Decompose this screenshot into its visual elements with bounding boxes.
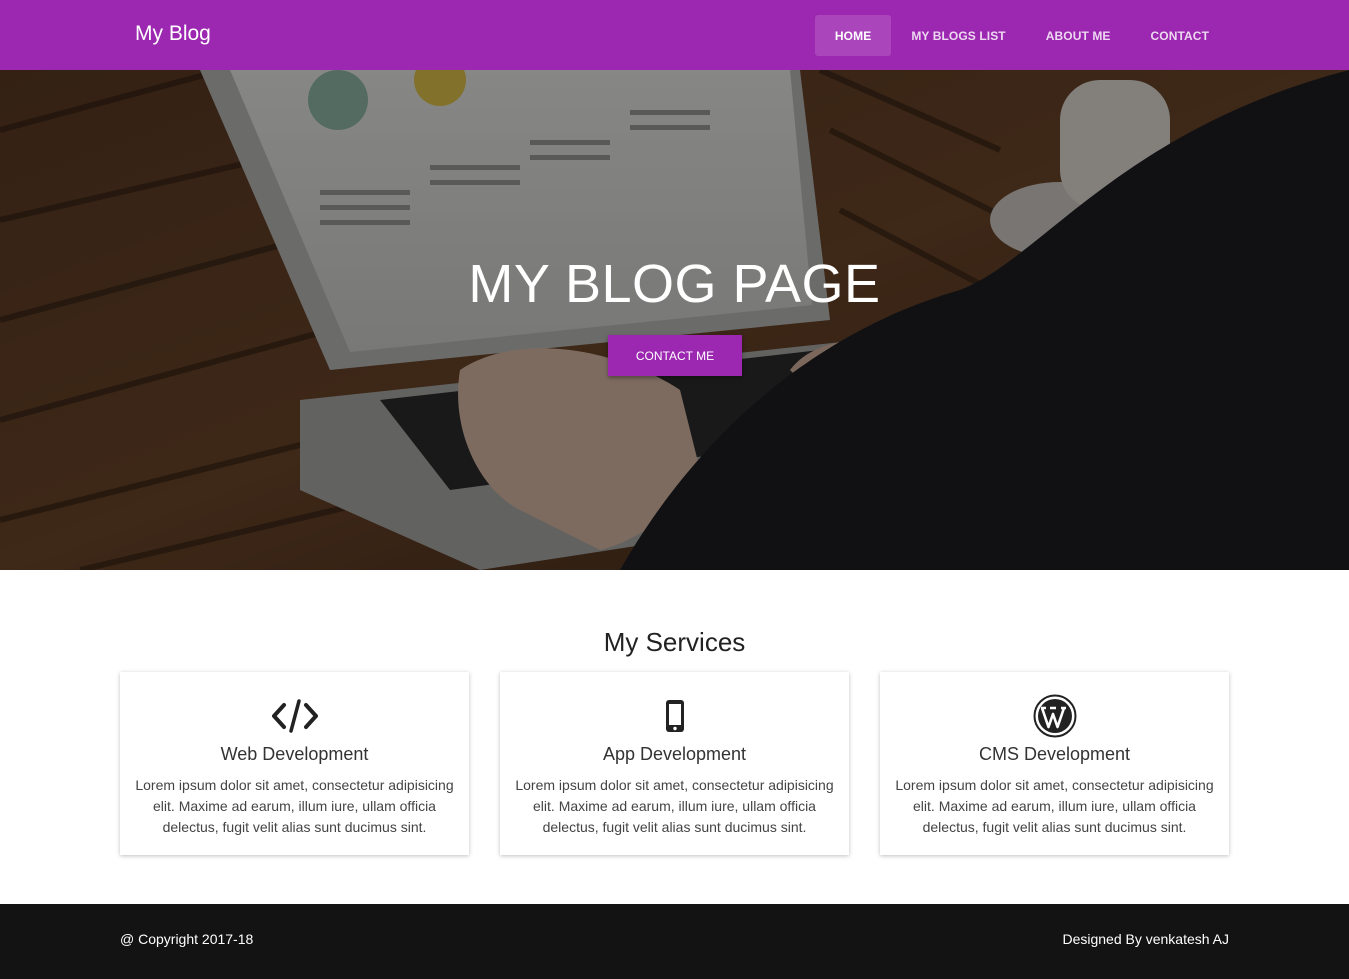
designer-credit: Designed By venkatesh AJ	[1062, 931, 1229, 947]
footer: @ Copyright 2017-18 Designed By venkates…	[0, 904, 1349, 979]
service-card-title: Web Development	[220, 744, 369, 764]
wordpress-icon	[880, 694, 1229, 738]
service-card-text: Lorem ipsum dolor sit amet, consectetur …	[135, 777, 454, 835]
service-card-cms: CMS Development Lorem ipsum dolor sit am…	[880, 672, 1229, 855]
service-card-text: Lorem ipsum dolor sit amet, consectetur …	[515, 777, 834, 835]
nav-link-about-me[interactable]: ABOUT ME	[1026, 15, 1131, 56]
brand-link[interactable]: My Blog	[135, 22, 211, 46]
copyright-text: @ Copyright 2017-18	[120, 931, 254, 947]
service-card-title: App Development	[602, 744, 747, 764]
service-card-app: App Development Lorem ipsum dolor sit am…	[500, 672, 849, 855]
navbar: My Blog HOME MY BLOGS LIST ABOUT ME CONT…	[0, 0, 1349, 70]
service-card-title: CMS Development	[978, 744, 1131, 764]
code-icon	[120, 696, 469, 736]
contact-me-button[interactable]: CONTACT ME	[608, 335, 742, 376]
hero-section: MY BLOG PAGE CONTACT ME	[0, 70, 1349, 570]
nav-link-contact[interactable]: CONTACT	[1131, 15, 1229, 56]
hero-title: MY BLOG PAGE	[468, 254, 881, 314]
services-title: My Services	[603, 627, 746, 657]
mobile-phone-icon	[500, 696, 849, 736]
nav-menu: HOME MY BLOGS LIST ABOUT ME CONTACT	[814, 15, 1229, 56]
nav-link-blogs-list[interactable]: MY BLOGS LIST	[891, 15, 1025, 56]
service-card-web: Web Development Lorem ipsum dolor sit am…	[120, 672, 469, 855]
nav-link-home[interactable]: HOME	[814, 15, 892, 56]
service-card-text: Lorem ipsum dolor sit amet, consectetur …	[895, 777, 1214, 835]
hero-background-image	[0, 70, 1349, 570]
